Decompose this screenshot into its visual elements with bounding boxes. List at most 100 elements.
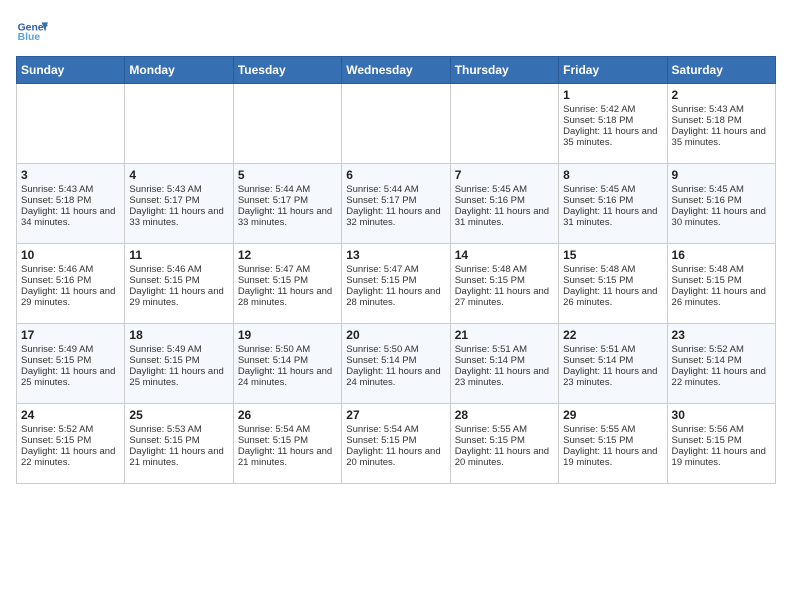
day-number: 1 <box>563 88 662 102</box>
day-info: Sunrise: 5:47 AM <box>346 264 445 275</box>
day-info: Daylight: 11 hours and 23 minutes. <box>563 366 662 388</box>
day-info: Sunrise: 5:49 AM <box>21 344 120 355</box>
day-number: 20 <box>346 328 445 342</box>
day-info: Daylight: 11 hours and 28 minutes. <box>346 286 445 308</box>
logo: General Blue <box>16 16 48 48</box>
calendar-week-row: 1Sunrise: 5:42 AMSunset: 5:18 PMDaylight… <box>17 84 776 164</box>
day-info: Sunset: 5:15 PM <box>346 275 445 286</box>
day-info: Sunrise: 5:46 AM <box>21 264 120 275</box>
day-info: Daylight: 11 hours and 20 minutes. <box>346 446 445 468</box>
calendar-cell: 30Sunrise: 5:56 AMSunset: 5:15 PMDayligh… <box>667 404 775 484</box>
day-info: Sunset: 5:15 PM <box>21 355 120 366</box>
day-info: Sunset: 5:15 PM <box>129 275 228 286</box>
day-number: 12 <box>238 248 337 262</box>
day-info: Daylight: 11 hours and 35 minutes. <box>672 126 771 148</box>
day-info: Sunrise: 5:48 AM <box>455 264 554 275</box>
day-number: 2 <box>672 88 771 102</box>
day-info: Sunrise: 5:51 AM <box>455 344 554 355</box>
day-info: Sunset: 5:16 PM <box>455 195 554 206</box>
day-number: 27 <box>346 408 445 422</box>
weekday-header: Wednesday <box>342 57 450 84</box>
day-number: 3 <box>21 168 120 182</box>
day-info: Daylight: 11 hours and 25 minutes. <box>21 366 120 388</box>
day-info: Sunset: 5:15 PM <box>672 275 771 286</box>
calendar-cell: 8Sunrise: 5:45 AMSunset: 5:16 PMDaylight… <box>559 164 667 244</box>
weekday-header: Monday <box>125 57 233 84</box>
day-info: Sunrise: 5:54 AM <box>346 424 445 435</box>
day-number: 10 <box>21 248 120 262</box>
calendar-cell <box>233 84 341 164</box>
calendar-cell: 7Sunrise: 5:45 AMSunset: 5:16 PMDaylight… <box>450 164 558 244</box>
page-header: General Blue <box>16 16 776 48</box>
calendar-week-row: 17Sunrise: 5:49 AMSunset: 5:15 PMDayligh… <box>17 324 776 404</box>
day-number: 5 <box>238 168 337 182</box>
day-number: 24 <box>21 408 120 422</box>
day-number: 29 <box>563 408 662 422</box>
day-info: Sunset: 5:14 PM <box>455 355 554 366</box>
weekday-header-row: SundayMondayTuesdayWednesdayThursdayFrid… <box>17 57 776 84</box>
weekday-header: Tuesday <box>233 57 341 84</box>
day-info: Daylight: 11 hours and 35 minutes. <box>563 126 662 148</box>
calendar-week-row: 10Sunrise: 5:46 AMSunset: 5:16 PMDayligh… <box>17 244 776 324</box>
day-number: 19 <box>238 328 337 342</box>
day-info: Daylight: 11 hours and 21 minutes. <box>238 446 337 468</box>
day-number: 4 <box>129 168 228 182</box>
day-info: Sunrise: 5:45 AM <box>672 184 771 195</box>
weekday-header: Friday <box>559 57 667 84</box>
day-info: Daylight: 11 hours and 32 minutes. <box>346 206 445 228</box>
day-info: Sunset: 5:15 PM <box>129 435 228 446</box>
calendar-cell <box>17 84 125 164</box>
day-info: Sunset: 5:18 PM <box>672 115 771 126</box>
day-number: 17 <box>21 328 120 342</box>
day-info: Sunset: 5:14 PM <box>346 355 445 366</box>
day-info: Sunset: 5:15 PM <box>455 275 554 286</box>
day-info: Daylight: 11 hours and 33 minutes. <box>238 206 337 228</box>
day-info: Daylight: 11 hours and 25 minutes. <box>129 366 228 388</box>
day-info: Sunrise: 5:49 AM <box>129 344 228 355</box>
day-number: 22 <box>563 328 662 342</box>
day-info: Daylight: 11 hours and 22 minutes. <box>21 446 120 468</box>
day-info: Daylight: 11 hours and 19 minutes. <box>563 446 662 468</box>
calendar-cell: 16Sunrise: 5:48 AMSunset: 5:15 PMDayligh… <box>667 244 775 324</box>
svg-text:Blue: Blue <box>18 32 41 43</box>
calendar-cell <box>125 84 233 164</box>
day-info: Sunrise: 5:55 AM <box>563 424 662 435</box>
calendar-cell: 10 Sunrise: 5:46 AMSunset: 5:16 PMDayligh… <box>17 244 125 324</box>
day-number: 30 <box>672 408 771 422</box>
day-info: Sunset: 5:16 PM <box>672 195 771 206</box>
day-info: Sunrise: 5:48 AM <box>563 264 662 275</box>
day-info: Sunrise: 5:50 AM <box>346 344 445 355</box>
day-info: Sunset: 5:15 PM <box>238 275 337 286</box>
day-info: Sunset: 5:15 PM <box>21 435 120 446</box>
calendar-cell: 11Sunrise: 5:46 AMSunset: 5:15 PMDayligh… <box>125 244 233 324</box>
day-info: Sunset: 5:16 PM <box>21 275 120 286</box>
calendar-cell: 18Sunrise: 5:49 AMSunset: 5:15 PMDayligh… <box>125 324 233 404</box>
calendar-cell: 9Sunrise: 5:45 AMSunset: 5:16 PMDaylight… <box>667 164 775 244</box>
day-info: Sunrise: 5:44 AM <box>346 184 445 195</box>
day-info: Sunset: 5:14 PM <box>672 355 771 366</box>
day-info: Sunrise: 5:52 AM <box>21 424 120 435</box>
day-number: 14 <box>455 248 554 262</box>
day-number: 13 <box>346 248 445 262</box>
day-info: Sunrise: 5:42 AM <box>563 104 662 115</box>
day-info: Daylight: 11 hours and 27 minutes. <box>455 286 554 308</box>
day-number: 28 <box>455 408 554 422</box>
day-info: Daylight: 11 hours and 23 minutes. <box>455 366 554 388</box>
day-info: Sunset: 5:17 PM <box>129 195 228 206</box>
day-info: Sunrise: 5:55 AM <box>455 424 554 435</box>
day-info: Daylight: 11 hours and 19 minutes. <box>672 446 771 468</box>
calendar-cell: 2Sunrise: 5:43 AMSunset: 5:18 PMDaylight… <box>667 84 775 164</box>
day-info: Daylight: 11 hours and 29 minutes. <box>129 286 228 308</box>
day-info: Sunrise: 5:52 AM <box>672 344 771 355</box>
day-info: Daylight: 11 hours and 30 minutes. <box>672 206 771 228</box>
weekday-header: Sunday <box>17 57 125 84</box>
day-info: Sunset: 5:14 PM <box>238 355 337 366</box>
day-info: Daylight: 11 hours and 28 minutes. <box>238 286 337 308</box>
day-info: Daylight: 11 hours and 29 minutes. <box>21 286 120 308</box>
calendar-week-row: 3Sunrise: 5:43 AMSunset: 5:18 PMDaylight… <box>17 164 776 244</box>
day-info: Sunset: 5:15 PM <box>455 435 554 446</box>
day-info: Sunset: 5:17 PM <box>346 195 445 206</box>
day-info: Daylight: 11 hours and 21 minutes. <box>129 446 228 468</box>
calendar-cell: 21Sunrise: 5:51 AMSunset: 5:14 PMDayligh… <box>450 324 558 404</box>
day-info: Sunset: 5:15 PM <box>563 275 662 286</box>
